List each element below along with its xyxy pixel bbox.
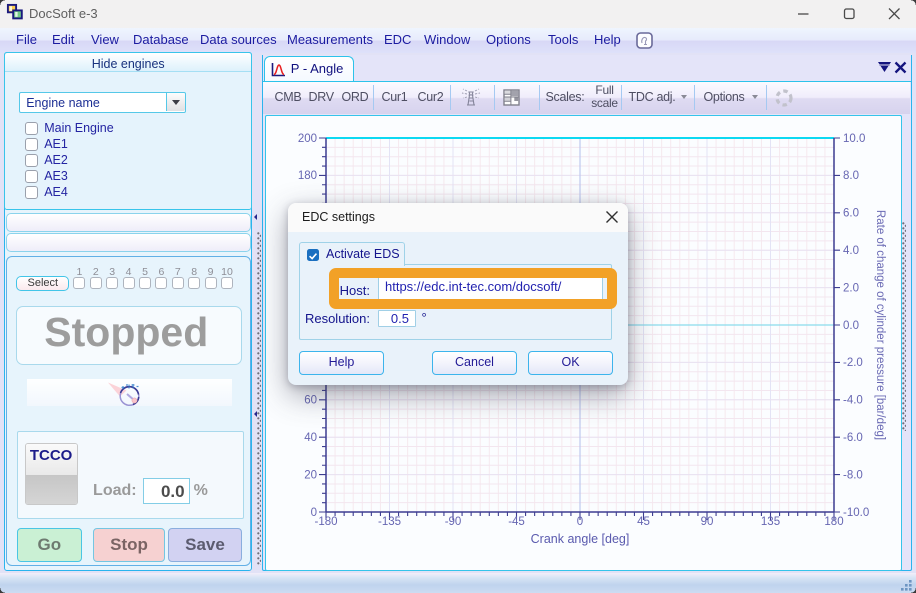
svg-text:8.0: 8.0: [843, 170, 859, 182]
svg-text:-135: -135: [378, 516, 401, 528]
svg-text:200: 200: [298, 133, 317, 145]
svg-text:-45: -45: [508, 516, 525, 528]
svg-text:20: 20: [304, 469, 317, 481]
svg-text:-2.0: -2.0: [843, 357, 863, 369]
svg-text:-6.0: -6.0: [843, 432, 863, 444]
svg-text:0.0: 0.0: [843, 320, 859, 332]
svg-text:4.0: 4.0: [843, 245, 859, 257]
svg-text:45: 45: [637, 516, 650, 528]
svg-text:Crank angle [deg]: Crank angle [deg]: [531, 532, 630, 546]
svg-text:-10.0: -10.0: [843, 507, 869, 519]
svg-text:180: 180: [824, 516, 843, 528]
svg-text:6.0: 6.0: [843, 208, 859, 220]
svg-text:-8.0: -8.0: [843, 469, 863, 481]
svg-text:-180: -180: [314, 516, 337, 528]
svg-text:-4.0: -4.0: [843, 395, 863, 407]
svg-text:90: 90: [701, 516, 714, 528]
svg-text:40: 40: [304, 432, 317, 444]
svg-text:Rate of change of cylinder pre: Rate of change of cylinder pressure [bar…: [874, 210, 886, 440]
svg-text:-90: -90: [445, 516, 462, 528]
svg-text:180: 180: [298, 170, 317, 182]
svg-text:10.0: 10.0: [843, 133, 865, 145]
svg-text:2.0: 2.0: [843, 282, 859, 294]
svg-text:0: 0: [577, 516, 583, 528]
svg-text:135: 135: [761, 516, 780, 528]
svg-text:60: 60: [304, 395, 317, 407]
